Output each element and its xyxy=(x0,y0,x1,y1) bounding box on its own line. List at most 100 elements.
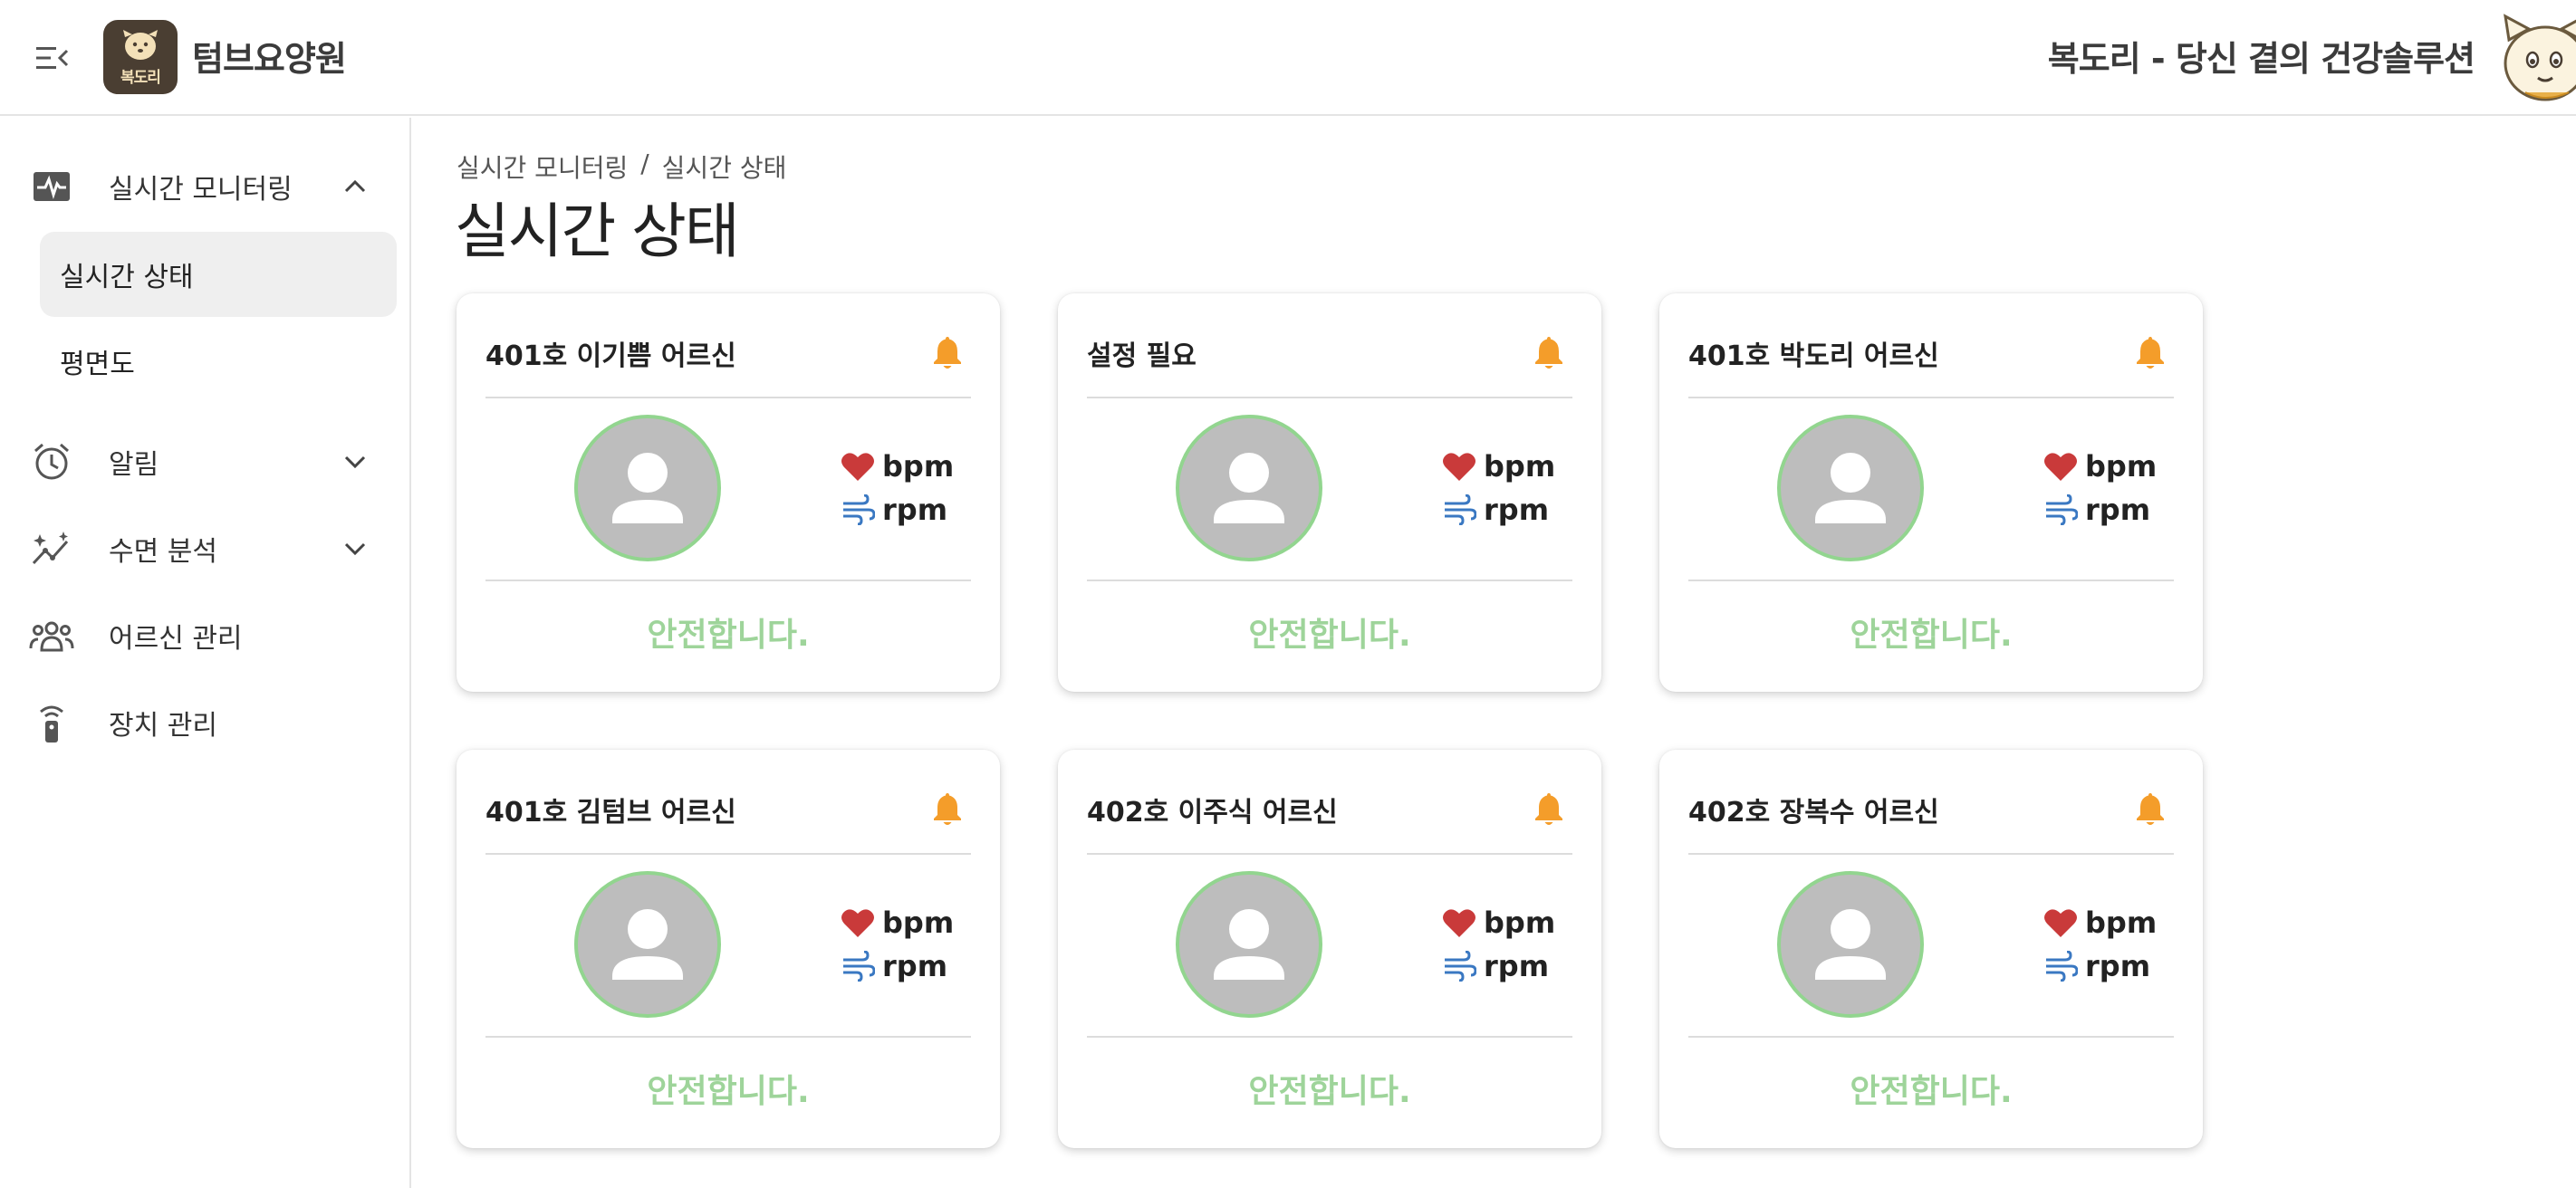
safety-status-text: 안전합니다. xyxy=(647,1073,810,1110)
card-divider xyxy=(485,1036,971,1038)
safety-status-text: 안전합니다. xyxy=(1850,1073,2013,1110)
breadcrumb: 실시간 모니터링 / 실시간 상태 xyxy=(457,148,786,185)
trend-sparkle-icon xyxy=(29,526,74,571)
card-divider xyxy=(1087,1036,1572,1038)
breadcrumb-parent-link[interactable]: 실시간 모니터링 xyxy=(457,148,628,185)
app-header: 복도리 텀브요양원 복도리 - 당신 곁의 건강솔루션 xyxy=(0,0,2576,116)
person-icon xyxy=(1815,909,1886,980)
bell-icon[interactable] xyxy=(1531,333,1567,371)
elder-status-card[interactable]: 401호 박도리 어르신 bpm rpm 안전합니다. xyxy=(1659,293,2203,692)
card-divider xyxy=(1688,580,2174,581)
chevron-down-icon[interactable] xyxy=(339,446,371,478)
sidebar-nav: 실시간 모니터링 실시간 상태 평면도 알림 수면 분석 어르신 관리 장치 관… xyxy=(0,118,411,1188)
card-divider xyxy=(485,853,971,855)
elder-status-card[interactable]: 402호 장복수 어르신 bpm rpm 안전합니다. xyxy=(1659,750,2203,1148)
bell-icon[interactable] xyxy=(2132,790,2168,828)
elder-status-card[interactable]: 401호 이기쁨 어르신 bpm rpm 안전합니다. xyxy=(457,293,1000,692)
bpm-label: bpm xyxy=(1484,905,1556,940)
heart-rate-reading: bpm xyxy=(2043,449,2157,484)
heart-rate-reading: bpm xyxy=(1442,449,1555,484)
bpm-label: bpm xyxy=(882,905,955,940)
dog-mascot-icon xyxy=(2504,14,2576,101)
card-divider xyxy=(1688,853,2174,855)
menu-collapse-button[interactable] xyxy=(31,36,74,80)
safety-status-text: 안전합니다. xyxy=(647,617,810,654)
person-icon xyxy=(612,453,683,523)
bell-icon[interactable] xyxy=(929,790,966,828)
bell-icon[interactable] xyxy=(2132,333,2168,371)
breadcrumb-separator: / xyxy=(640,148,649,178)
respiration-rate-reading: rpm xyxy=(1442,493,1549,527)
respiration-rate-reading: rpm xyxy=(841,949,947,983)
sidebar-item-label: 실시간 모니터링 xyxy=(109,174,293,206)
sidebar-item-sleep-analysis[interactable]: 수면 분석 xyxy=(0,513,409,585)
bell-icon[interactable] xyxy=(1531,790,1567,828)
bpm-label: bpm xyxy=(2085,905,2158,940)
rpm-label: rpm xyxy=(2085,493,2151,527)
avatar xyxy=(1176,415,1322,561)
logo-text: 복도리 xyxy=(120,68,161,87)
avatar xyxy=(1777,871,1924,1018)
person-icon xyxy=(612,909,683,980)
wind-icon xyxy=(2046,951,2078,982)
elder-status-card[interactable]: 402호 이주식 어르신 bpm rpm 안전합니다. xyxy=(1058,750,1601,1148)
menu-collapse-icon xyxy=(36,47,69,69)
respiration-rate-reading: rpm xyxy=(2043,493,2150,527)
safety-status-text: 안전합니다. xyxy=(1248,617,1411,654)
chevron-down-icon[interactable] xyxy=(339,532,371,565)
sidebar-item-realtime-monitoring[interactable]: 실시간 모니터링 xyxy=(0,150,409,223)
app-logo[interactable]: 복도리 xyxy=(103,20,178,94)
person-icon xyxy=(1214,909,1284,980)
respiration-rate-reading: rpm xyxy=(841,493,947,527)
service-tagline: 복도리 - 당신 곁의 건강솔루션 xyxy=(2047,39,2475,79)
sidebar-item-elder-management[interactable]: 어르신 관리 xyxy=(0,599,409,672)
heart-rate-reading: bpm xyxy=(841,905,954,940)
sidebar-item-label: 어르신 관리 xyxy=(109,623,243,655)
respiration-rate-reading: rpm xyxy=(1442,949,1549,983)
elder-status-card[interactable]: 401호 김텀브 어르신 bpm rpm 안전합니다. xyxy=(457,750,1000,1148)
rpm-label: rpm xyxy=(1484,949,1550,983)
safety-status-text: 안전합니다. xyxy=(1248,1073,1411,1110)
respiration-rate-reading: rpm xyxy=(2043,949,2150,983)
sidebar-subitem-realtime-status[interactable]: 실시간 상태 xyxy=(40,232,397,317)
breadcrumb-current: 실시간 상태 xyxy=(661,153,787,183)
dog-logo-icon xyxy=(123,29,158,60)
card-title: 설정 필요 xyxy=(1087,340,1197,372)
bpm-label: bpm xyxy=(1484,449,1556,484)
person-icon xyxy=(1815,453,1886,523)
heart-icon xyxy=(2044,909,2077,937)
app-title[interactable]: 텀브요양원 xyxy=(192,31,347,81)
rpm-label: rpm xyxy=(882,493,948,527)
avatar xyxy=(574,415,721,561)
sidebar-subitem-floor-plan[interactable]: 평면도 xyxy=(40,319,397,404)
sidebar-item-alarm[interactable]: 알림 xyxy=(0,426,409,498)
chevron-up-icon[interactable] xyxy=(339,170,371,203)
remote-device-icon xyxy=(29,700,74,745)
avatar xyxy=(1176,871,1322,1018)
bell-icon[interactable] xyxy=(929,333,966,371)
card-divider xyxy=(1688,1036,2174,1038)
card-title: 401호 박도리 어르신 xyxy=(1688,340,1939,372)
avatar xyxy=(1777,415,1924,561)
card-divider xyxy=(485,580,971,581)
heart-icon xyxy=(1443,909,1475,937)
page-title: 실시간 상태 xyxy=(455,196,740,266)
elder-status-card[interactable]: 설정 필요 bpm rpm 안전합니다. xyxy=(1058,293,1601,692)
avatar xyxy=(574,871,721,1018)
rpm-label: rpm xyxy=(1484,493,1550,527)
card-divider xyxy=(1688,397,2174,398)
wind-icon xyxy=(1445,951,1476,982)
wind-icon xyxy=(843,494,875,525)
wind-icon xyxy=(2046,494,2078,525)
card-title: 402호 장복수 어르신 xyxy=(1688,797,1939,829)
bpm-label: bpm xyxy=(2085,449,2158,484)
mascot-avatar[interactable] xyxy=(2498,13,2576,107)
sidebar-item-device-management[interactable]: 장치 관리 xyxy=(0,686,409,759)
rpm-label: rpm xyxy=(2085,949,2151,983)
heart-icon xyxy=(2044,453,2077,481)
rpm-label: rpm xyxy=(882,949,948,983)
sidebar-subitem-label: 실시간 상태 xyxy=(60,262,194,293)
heart-rate-reading: bpm xyxy=(841,449,954,484)
card-divider xyxy=(485,397,971,398)
heart-rate-reading: bpm xyxy=(2043,905,2157,940)
